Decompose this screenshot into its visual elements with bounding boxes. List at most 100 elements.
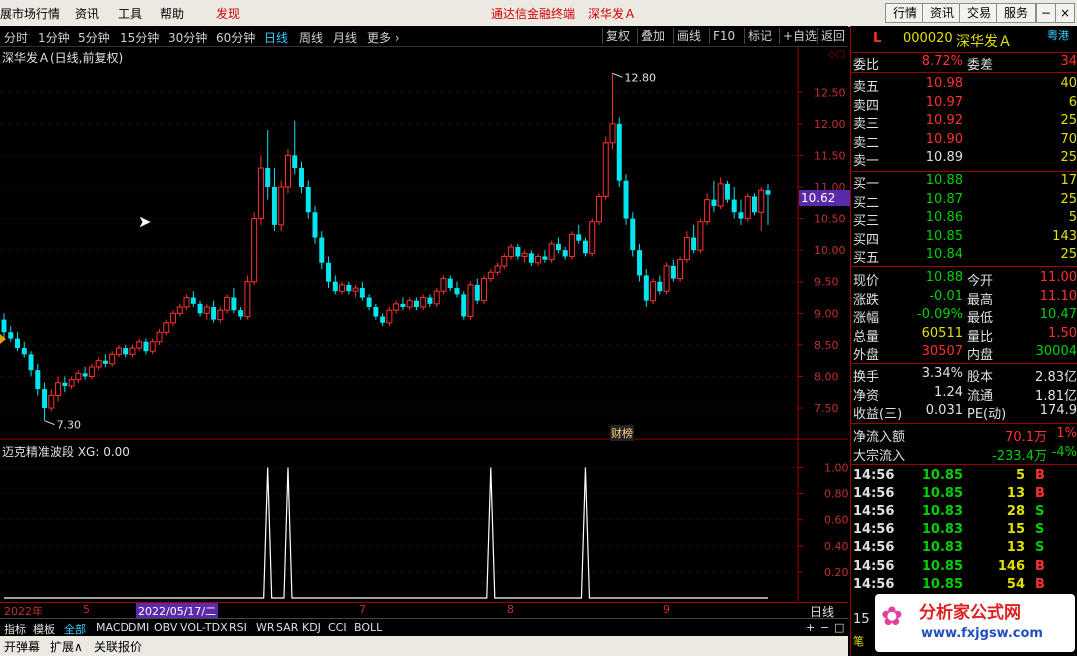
back-button[interactable]: 返回 — [817, 28, 848, 44]
candle-body — [332, 281, 338, 292]
period-tab[interactable]: 60分钟 — [216, 29, 255, 46]
add-watchlist-button[interactable]: +自选 — [779, 28, 820, 44]
overlay-button[interactable]: 叠加 — [637, 28, 668, 44]
kline-panel[interactable]: 7.50 8.00 8.50 9.00 9.50 10.00 10.50 11.00 11.50… — [0, 47, 850, 441]
period-tab[interactable]: 月线 — [333, 29, 357, 46]
top-button-service[interactable]: 服务 — [996, 3, 1036, 23]
stat-value: -0.09% — [917, 307, 963, 323]
tab-all[interactable]: 全部 — [64, 621, 86, 637]
y-tick-label: 9.00 — [814, 307, 839, 320]
tick-volume: 13 — [1006, 540, 1025, 556]
period-tab[interactable]: 1分钟 — [38, 29, 70, 46]
tab-wr[interactable]: WR — [256, 621, 275, 634]
candle-body — [454, 288, 460, 295]
top-button-trade[interactable]: 交易 — [959, 3, 999, 23]
period-tab[interactable]: 5分钟 — [78, 29, 110, 46]
fundamental-value: 0.031 — [925, 403, 963, 419]
fundamental-value: 2.83亿 — [1035, 370, 1077, 385]
tab-dmi[interactable]: DMI — [128, 621, 149, 634]
panel-diamond-icon[interactable]: ◇□ — [828, 49, 845, 60]
tab-template[interactable]: 模板 — [33, 621, 55, 637]
fundamental-value: 3.34% — [921, 366, 963, 381]
divider — [851, 423, 1077, 424]
menu-news[interactable]: 资讯 — [75, 5, 99, 22]
kline-chart[interactable]: 7.508.008.509.009.5010.0010.5011.0011.50… — [0, 47, 848, 440]
danmaku-button[interactable]: 开弹幕 — [4, 638, 40, 655]
menu-tools[interactable]: 工具 — [118, 5, 142, 22]
indicator-panel[interactable]: 0.20 0.40 0.60 0.80 1.00 迈克精准波段 XG: 0.00 — [0, 441, 848, 601]
flower-logo-icon: ✿ — [881, 602, 903, 632]
zoom-out-button[interactable]: − — [820, 621, 829, 634]
zoom-in-button[interactable]: + — [806, 621, 815, 634]
candle-body — [535, 255, 542, 264]
panel-toggle-button[interactable]: □ — [834, 621, 844, 634]
y-tick-label: 1.00 — [824, 462, 848, 475]
bids-row: 买一 10.88 17 — [853, 173, 1077, 192]
bids-volume: 25 — [1060, 247, 1077, 262]
asks-label: 卖一 — [853, 154, 880, 169]
tab-rsi[interactable]: RSI — [229, 621, 247, 634]
period-tab[interactable]: 15分钟 — [120, 29, 159, 46]
candle-body — [95, 360, 102, 368]
tick-time: 15 — [853, 612, 870, 627]
f10-button[interactable]: F10 — [709, 28, 738, 44]
candle-body — [562, 250, 568, 257]
candle-body — [163, 322, 170, 333]
candle-body — [352, 287, 359, 292]
period-tab[interactable]: 周线 — [299, 29, 323, 46]
tick-row: 14:56 10.85 13 B — [853, 486, 1075, 504]
tab-macd[interactable]: MACD — [96, 621, 129, 634]
top-button-news[interactable]: 资讯 — [922, 3, 962, 23]
tick-side: S — [1035, 540, 1045, 556]
candle-body — [501, 255, 508, 267]
expand-button[interactable]: 扩展∧ — [50, 638, 83, 655]
candle-body — [433, 290, 440, 305]
tab-vol-tdx[interactable]: VOL-TDX — [180, 621, 228, 634]
tab-kdj[interactable]: KDJ — [302, 621, 321, 634]
current-price-label: 10.62 — [799, 190, 850, 206]
close-icon[interactable]: × — [1055, 3, 1075, 23]
candle-body — [413, 300, 419, 307]
restore-rights-button[interactable]: 复权 — [602, 28, 633, 44]
candle-body — [542, 256, 548, 260]
top-button-quotes[interactable]: 行情 — [885, 3, 925, 23]
candle-body — [257, 167, 264, 220]
stat-label: 最高 — [967, 292, 994, 308]
draw-button[interactable]: 画线 — [673, 28, 704, 44]
minimize-icon[interactable]: − — [1036, 3, 1056, 23]
divider — [851, 72, 1077, 73]
period-tab[interactable]: 分时 — [4, 29, 28, 46]
candle-body — [582, 240, 588, 254]
candle-body — [278, 186, 285, 226]
indicator-chart[interactable]: 0.20 0.40 0.60 0.80 1.00 — [0, 441, 848, 601]
divider — [851, 363, 1077, 364]
tab-boll[interactable]: BOLL — [354, 621, 382, 634]
flow-row: 净流入额 70.1万 1% — [853, 426, 1077, 445]
watermark-text: 分析家公式网 — [919, 603, 1021, 623]
tab-obv[interactable]: OBV — [154, 621, 177, 634]
tab-indicator[interactable]: 指标 — [4, 621, 26, 637]
tab-cci[interactable]: CCI — [328, 621, 347, 634]
period-tab-active[interactable]: 日线 — [264, 29, 288, 46]
bids-price: 10.84 — [925, 247, 963, 262]
candle-body — [758, 189, 765, 213]
tab-sar[interactable]: SAR — [276, 621, 298, 634]
menu-discover[interactable]: 发现 — [216, 5, 240, 22]
date-month: 9 — [663, 603, 670, 616]
period-more[interactable]: 更多 › — [367, 29, 400, 46]
period-tab[interactable]: 30分钟 — [168, 29, 207, 46]
mark-button[interactable]: 标记 — [744, 28, 775, 44]
candle-body — [481, 278, 488, 302]
menu-help[interactable]: 帮助 — [160, 5, 184, 22]
event-label[interactable]: 财榜 — [610, 425, 634, 441]
related-quotes-button[interactable]: 关联报价 — [94, 638, 142, 655]
asks-row: 卖一 10.89 25 — [853, 150, 1077, 169]
tick-row: 14:56 10.83 15 S — [853, 522, 1075, 540]
fundamental-value: 174.9 — [1039, 403, 1077, 419]
menu-market[interactable]: 展市场行情 — [0, 5, 60, 22]
watermark-url: www.fxjgsw.com — [921, 626, 1043, 641]
low-label: 7.30 — [57, 419, 82, 432]
divider — [851, 464, 1077, 465]
watermark-logo: ✿ 分析家公式网 www.fxjgsw.com — [875, 594, 1075, 652]
weibi-value: 8.72% — [921, 54, 963, 69]
